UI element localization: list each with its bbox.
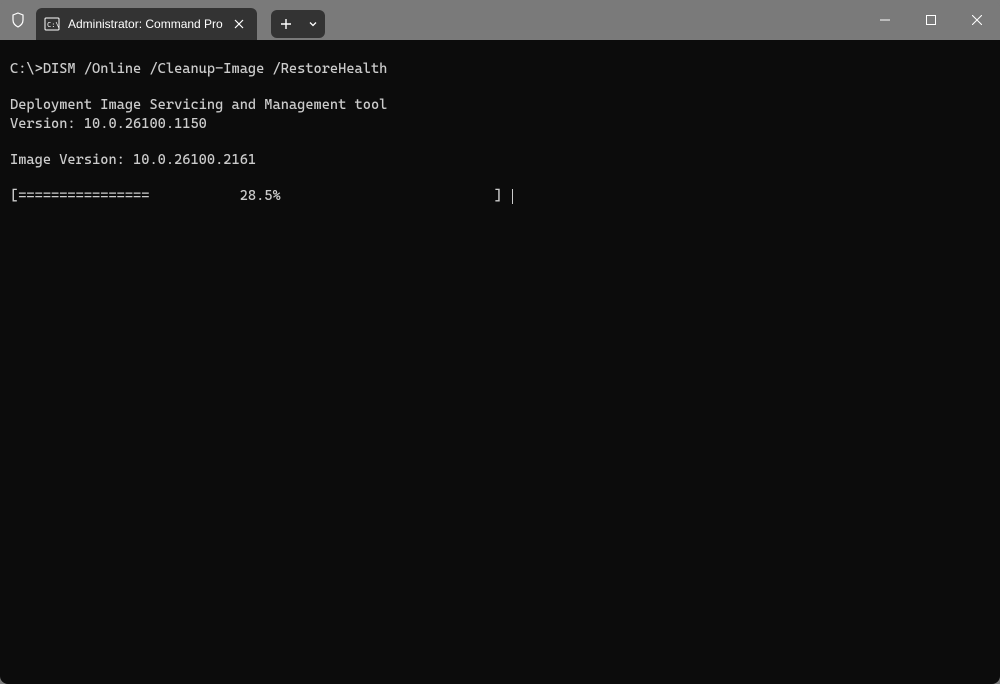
command: DISM /Online /Cleanup-Image /RestoreHeal… xyxy=(43,61,388,77)
cursor xyxy=(512,189,513,204)
tab-title: Administrator: Command Pro xyxy=(68,17,223,31)
new-tab-group xyxy=(271,10,325,38)
window-controls xyxy=(862,0,1000,40)
prompt: C:\> xyxy=(10,61,43,77)
maximize-button[interactable] xyxy=(908,0,954,40)
tab-close-button[interactable] xyxy=(231,16,247,32)
close-button[interactable] xyxy=(954,0,1000,40)
terminal-output: C:\>DISM /Online /Cleanup-Image /Restore… xyxy=(10,60,990,206)
new-tab-dropdown[interactable] xyxy=(301,10,325,38)
titlebar-left: C:\ Administrator: Command Pro xyxy=(0,0,325,40)
minimize-button[interactable] xyxy=(862,0,908,40)
app-shield-icon xyxy=(8,10,28,30)
terminal-window: C:\ Administrator: Command Pro xyxy=(0,0,1000,684)
output-line: Version: 10.0.26100.1150 xyxy=(10,116,207,132)
progress-bar: [================ 28.5% ] xyxy=(10,188,510,204)
titlebar: C:\ Administrator: Command Pro xyxy=(0,0,1000,40)
svg-text:C:\: C:\ xyxy=(47,21,60,29)
tab-active[interactable]: C:\ Administrator: Command Pro xyxy=(36,8,257,40)
output-line: Image Version: 10.0.26100.2161 xyxy=(10,152,256,168)
output-line: Deployment Image Servicing and Managemen… xyxy=(10,97,387,113)
terminal-content[interactable]: C:\>DISM /Online /Cleanup-Image /Restore… xyxy=(0,40,1000,684)
new-tab-button[interactable] xyxy=(271,10,301,38)
cmd-icon: C:\ xyxy=(44,16,60,32)
